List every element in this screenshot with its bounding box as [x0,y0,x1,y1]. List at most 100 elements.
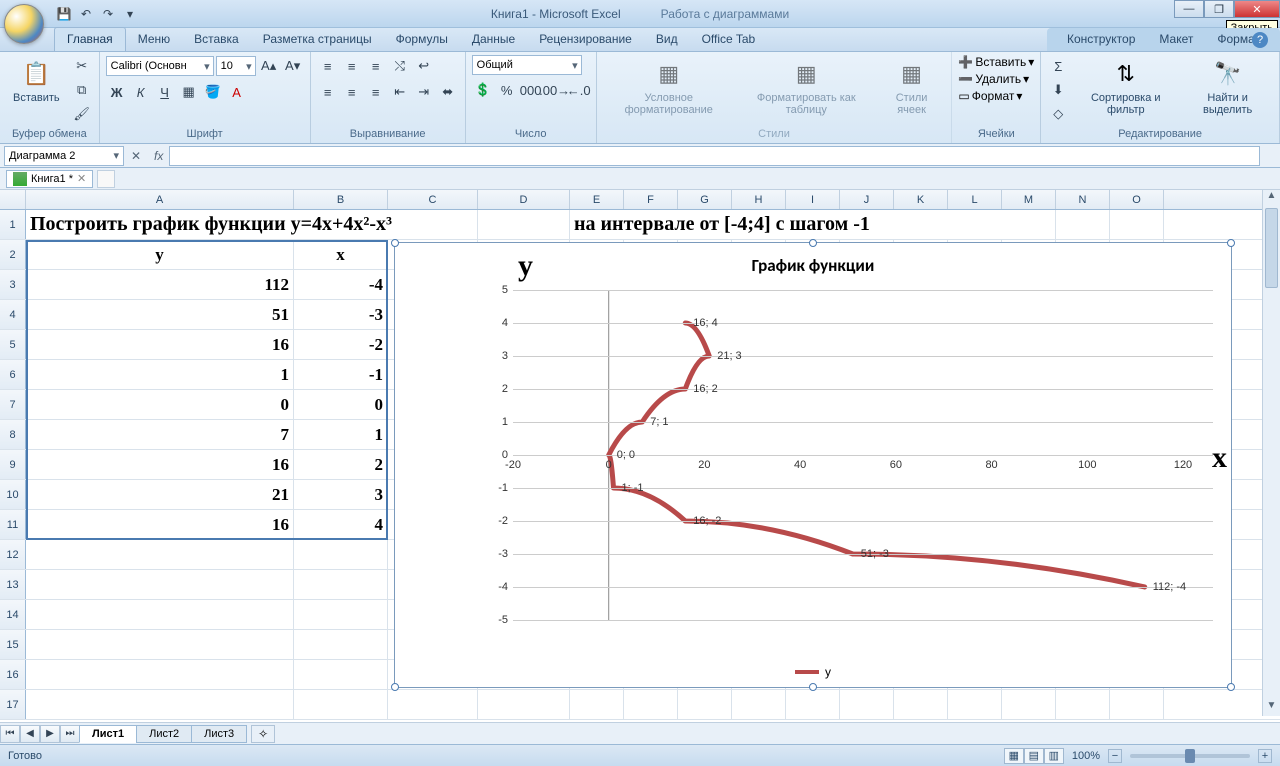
clear-icon[interactable]: ◇ [1047,103,1069,125]
cell-A8[interactable]: 7 [26,420,294,449]
sheet-nav-next[interactable]: ▶ [40,725,60,743]
delete-cells-button[interactable]: ➖Удалить▾ [958,72,1034,86]
paste-button[interactable]: 📋 Вставить [6,55,67,107]
cell-F17[interactable] [624,690,678,719]
qat-save-icon[interactable]: 💾 [54,4,74,24]
cell-B9[interactable]: 2 [294,450,388,479]
sheet-tab-1[interactable]: Лист1 [79,725,137,743]
cell-B2[interactable]: x [294,240,388,269]
zoom-slider[interactable] [1130,754,1250,758]
cell-A7[interactable]: 0 [26,390,294,419]
row-header[interactable]: 16 [0,660,26,689]
increase-decimal-icon[interactable]: .00→ [544,79,566,101]
window-restore-button[interactable]: ❐ [1204,0,1234,18]
row-header[interactable]: 15 [0,630,26,659]
cell-M17[interactable] [1002,690,1056,719]
autosum-icon[interactable]: Σ [1047,55,1069,77]
indent-increase-icon[interactable]: ⇥ [413,81,435,103]
cell-B15[interactable] [294,630,388,659]
cell-B5[interactable]: -2 [294,330,388,359]
chart-plot-area[interactable]: -5-4-3-2-1012345-2002040608010012016; 42… [403,280,1223,650]
sheet-tab-2[interactable]: Лист2 [136,725,192,743]
cell-O17[interactable] [1110,690,1164,719]
tab-layout[interactable]: Макет [1147,28,1205,51]
view-page-break-icon[interactable]: ▥ [1044,748,1064,764]
cell-D1[interactable] [478,210,570,239]
font-size-combo[interactable]: 10 [216,56,256,76]
font-name-combo[interactable]: Calibri (Основн [106,56,214,76]
cell-A13[interactable] [26,570,294,599]
window-minimize-button[interactable]: — [1174,0,1204,18]
column-header-E[interactable]: E [570,190,624,209]
cell-J17[interactable] [840,690,894,719]
cell-B10[interactable]: 3 [294,480,388,509]
scroll-up-icon[interactable]: ▲ [1263,190,1280,206]
tab-insert[interactable]: Вставка [182,28,251,51]
row-header[interactable]: 17 [0,690,26,719]
orientation-icon[interactable]: ⤭ [389,55,411,77]
shrink-font-icon[interactable]: A▾ [282,55,304,77]
column-header-H[interactable]: H [732,190,786,209]
new-workbook-tab[interactable] [97,170,115,188]
cell-B4[interactable]: -3 [294,300,388,329]
resize-handle-nw[interactable] [391,239,399,247]
align-top-icon[interactable]: ≡ [317,55,339,77]
chart-legend[interactable]: y [795,665,831,679]
formula-input[interactable] [169,146,1260,166]
column-header-M[interactable]: M [1002,190,1056,209]
row-header[interactable]: 12 [0,540,26,569]
cell-B6[interactable]: -1 [294,360,388,389]
column-header-J[interactable]: J [840,190,894,209]
tab-design[interactable]: Конструктор [1055,28,1147,51]
row-header[interactable]: 2 [0,240,26,269]
cell-N17[interactable] [1056,690,1110,719]
fx-icon[interactable]: fx [148,149,169,163]
row-header[interactable]: 10 [0,480,26,509]
cell-B7[interactable]: 0 [294,390,388,419]
cell-A16[interactable] [26,660,294,689]
merge-icon[interactable]: ⬌ [437,81,459,103]
grow-font-icon[interactable]: A▴ [258,55,280,77]
tab-data[interactable]: Данные [460,28,527,51]
row-header[interactable]: 9 [0,450,26,479]
cell-B3[interactable]: -4 [294,270,388,299]
row-header[interactable]: 8 [0,420,26,449]
cell-B13[interactable] [294,570,388,599]
cell-A15[interactable] [26,630,294,659]
sheet-tab-3[interactable]: Лист3 [191,725,247,743]
tab-menu[interactable]: Меню [126,28,182,51]
qat-redo-icon[interactable]: ↷ [98,4,118,24]
window-close-button[interactable]: ✕ [1234,0,1280,18]
cell-B8[interactable]: 1 [294,420,388,449]
column-header-N[interactable]: N [1056,190,1110,209]
column-header-C[interactable]: C [388,190,478,209]
cell-B14[interactable] [294,600,388,629]
cell-A14[interactable] [26,600,294,629]
qat-undo-icon[interactable]: ↶ [76,4,96,24]
tab-office-tab[interactable]: Office Tab [690,28,768,51]
row-header[interactable]: 5 [0,330,26,359]
cell-A12[interactable] [26,540,294,569]
scroll-down-icon[interactable]: ▼ [1263,700,1280,716]
resize-handle-n[interactable] [809,239,817,247]
border-icon[interactable]: ▦ [178,81,200,103]
cell-A5[interactable]: 16 [26,330,294,359]
column-header-L[interactable]: L [948,190,1002,209]
conditional-formatting-button[interactable]: ▦Условное форматирование [603,55,735,119]
column-header-F[interactable]: F [624,190,678,209]
scroll-thumb[interactable] [1265,208,1278,288]
column-header-I[interactable]: I [786,190,840,209]
cell-A6[interactable]: 1 [26,360,294,389]
align-middle-icon[interactable]: ≡ [341,55,363,77]
row-header[interactable]: 14 [0,600,26,629]
align-center-icon[interactable]: ≡ [341,81,363,103]
cell-I17[interactable] [786,690,840,719]
cell-styles-button[interactable]: ▦Стили ячеек [878,55,946,119]
cut-icon[interactable]: ✂ [71,55,93,77]
resize-handle-sw[interactable] [391,683,399,691]
view-normal-icon[interactable]: ▦ [1004,748,1024,764]
zoom-thumb[interactable] [1185,749,1195,763]
align-bottom-icon[interactable]: ≡ [365,55,387,77]
fill-icon[interactable]: ⬇ [1047,79,1069,101]
row-header[interactable]: 3 [0,270,26,299]
